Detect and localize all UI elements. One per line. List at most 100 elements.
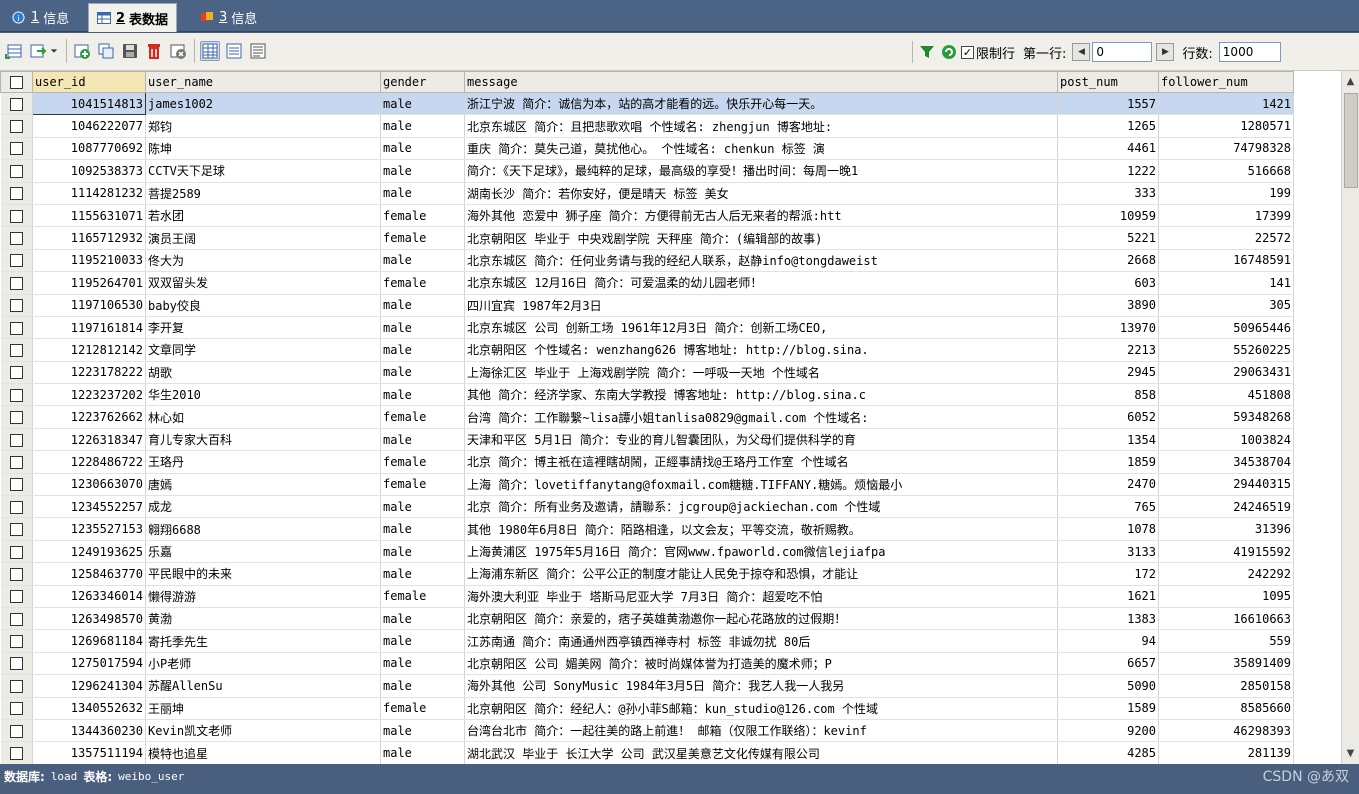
cell-follower-num[interactable]: 8585660 bbox=[1158, 697, 1294, 720]
cell-follower-num[interactable]: 2850158 bbox=[1158, 674, 1294, 698]
cell-user-name[interactable]: 王珞丹 bbox=[145, 450, 381, 474]
cell-user-name[interactable]: 李开复 bbox=[145, 316, 381, 340]
select-all-checkbox[interactable] bbox=[0, 71, 33, 93]
cell-user-name[interactable]: CCTV天下足球 bbox=[145, 159, 381, 183]
cell-user-id[interactable]: 1344360230 bbox=[32, 719, 146, 743]
row-checkbox[interactable] bbox=[0, 316, 33, 340]
cell-user-id[interactable]: 1195264701 bbox=[32, 271, 146, 295]
table-row[interactable]: 1223178222 胡歌 male 上海徐汇区 毕业于 上海戏剧学院 简介：一呼吸一… bbox=[0, 361, 1294, 385]
table-row[interactable]: 1275017594 小P老师 male 北京朝阳区 公司 媚美网 简介：被时尚媒体誉… bbox=[0, 652, 1294, 676]
cell-message[interactable]: 台湾 简介：工作聯繫~lisa譚小姐tanlisa0829@gmail.com … bbox=[464, 405, 1058, 429]
cell-follower-num[interactable]: 59348268 bbox=[1158, 405, 1294, 429]
cell-post-num[interactable]: 6657 bbox=[1057, 652, 1159, 676]
cell-user-id[interactable]: 1226318347 bbox=[32, 428, 146, 452]
column-header[interactable]: message bbox=[464, 71, 1058, 93]
cell-gender[interactable]: male bbox=[380, 517, 465, 541]
cell-user-id[interactable]: 1249193625 bbox=[32, 540, 146, 564]
cell-message[interactable]: 北京 简介：博主祇在這裡瞎胡鬧，正經事請找@王珞丹工作室 个性域名 bbox=[464, 450, 1058, 474]
cell-gender[interactable]: male bbox=[380, 182, 465, 205]
cell-user-name[interactable]: 菩提2589 bbox=[145, 182, 381, 205]
cell-follower-num[interactable]: 16748591 bbox=[1158, 249, 1294, 273]
cell-message[interactable]: 北京东城区 简介：且把悲歌欢唱 个性域名: zhengjun 博客地址: bbox=[464, 114, 1058, 138]
cell-user-id[interactable]: 1340552632 bbox=[32, 697, 146, 720]
cell-post-num[interactable]: 1222 bbox=[1057, 159, 1159, 183]
table-row[interactable]: 1195264701 双双留头发 female 北京东城区 12月16日 简介：可爱温… bbox=[0, 271, 1294, 295]
cell-user-id[interactable]: 1269681184 bbox=[32, 629, 146, 653]
cell-post-num[interactable]: 9200 bbox=[1057, 719, 1159, 743]
cell-message[interactable]: 湖北武汉 毕业于 长江大学 公司 武汉星美意艺文化传媒有限公司 bbox=[464, 741, 1058, 764]
cell-gender[interactable]: female bbox=[380, 405, 465, 429]
row-checkbox[interactable] bbox=[0, 294, 33, 317]
cell-post-num[interactable]: 4461 bbox=[1057, 137, 1159, 161]
cell-gender[interactable]: male bbox=[380, 316, 465, 340]
cell-gender[interactable]: male bbox=[380, 428, 465, 452]
table-row[interactable]: 1235527153 翱翔6688 male 其他 1980年6月8日 简介：陌路相逢… bbox=[0, 517, 1294, 541]
cell-message[interactable]: 浙江宁波 简介：诚信为本，站的高才能看的远。快乐开心每一天。 bbox=[464, 92, 1058, 116]
row-checkbox[interactable] bbox=[0, 226, 33, 250]
cell-user-id[interactable]: 1296241304 bbox=[32, 674, 146, 698]
cell-message[interactable]: 上海浦东新区 简介：公平公正的制度才能让人民免于掠夺和恐惧，才能让 bbox=[464, 562, 1058, 586]
tab-table-data[interactable]: 2 表数据 bbox=[88, 3, 178, 32]
row-checkbox[interactable] bbox=[0, 249, 33, 273]
cell-message[interactable]: 海外澳大利亚 毕业于 塔斯马尼亚大学 7月3日 简介：超爱吃不怕 bbox=[464, 585, 1058, 608]
column-header[interactable]: user_id bbox=[32, 71, 146, 93]
cell-gender[interactable]: female bbox=[380, 473, 465, 497]
cell-gender[interactable]: male bbox=[380, 562, 465, 586]
cell-follower-num[interactable]: 22572 bbox=[1158, 226, 1294, 250]
table-row[interactable]: 1258463770 平民眼中的未来 male 上海浦东新区 简介：公平公正的制度才能… bbox=[0, 562, 1294, 586]
row-checkbox[interactable] bbox=[0, 114, 33, 138]
cell-message[interactable]: 上海徐汇区 毕业于 上海戏剧学院 简介：一呼吸一天地 个性域名 bbox=[464, 361, 1058, 385]
cell-user-id[interactable]: 1114281232 bbox=[32, 182, 146, 205]
cell-user-id[interactable]: 1263346014 bbox=[32, 585, 146, 608]
row-checkbox[interactable] bbox=[0, 271, 33, 295]
cell-follower-num[interactable]: 559 bbox=[1158, 629, 1294, 653]
cell-user-id[interactable]: 1197161814 bbox=[32, 316, 146, 340]
cell-post-num[interactable]: 1265 bbox=[1057, 114, 1159, 138]
cell-user-name[interactable]: 翱翔6688 bbox=[145, 517, 381, 541]
cell-follower-num[interactable]: 516668 bbox=[1158, 159, 1294, 183]
table-row[interactable]: 1046222077 郑钧 male 北京东城区 简介：且把悲歌欢唱 个性域名: zh… bbox=[0, 114, 1294, 138]
cell-post-num[interactable]: 333 bbox=[1057, 182, 1159, 205]
cell-post-num[interactable]: 858 bbox=[1057, 383, 1159, 407]
cell-follower-num[interactable]: 35891409 bbox=[1158, 652, 1294, 676]
cell-message[interactable]: 其他 简介：经济学家、东南大学教授 博客地址: http://blog.sina… bbox=[464, 383, 1058, 407]
cell-post-num[interactable]: 603 bbox=[1057, 271, 1159, 295]
cell-user-id[interactable]: 1223237202 bbox=[32, 383, 146, 407]
cell-follower-num[interactable]: 141 bbox=[1158, 271, 1294, 295]
cell-message[interactable]: 北京东城区 简介：任何业务请与我的经纪人联系，赵静info@tongdaweis… bbox=[464, 249, 1058, 273]
cell-gender[interactable]: female bbox=[380, 697, 465, 720]
cell-follower-num[interactable]: 46298393 bbox=[1158, 719, 1294, 743]
cell-follower-num[interactable]: 29440315 bbox=[1158, 473, 1294, 497]
limit-rows-checkbox[interactable]: ✓ bbox=[961, 45, 974, 59]
cell-gender[interactable]: male bbox=[380, 361, 465, 385]
cell-post-num[interactable]: 5090 bbox=[1057, 674, 1159, 698]
cell-user-id[interactable]: 1275017594 bbox=[32, 652, 146, 676]
cell-post-num[interactable]: 3890 bbox=[1057, 294, 1159, 317]
refresh-icon[interactable] bbox=[941, 44, 961, 60]
grid-view-icon[interactable] bbox=[200, 41, 220, 61]
cell-user-id[interactable]: 1357511194 bbox=[32, 741, 146, 764]
text-view-icon[interactable] bbox=[248, 41, 268, 61]
row-checkbox[interactable] bbox=[0, 562, 33, 586]
cell-user-name[interactable]: 黄渤 bbox=[145, 607, 381, 631]
cell-message[interactable]: 北京朝阳区 简介：亲爱的，痞子英雄黄渤邀你一起心花路放的过假期！ bbox=[464, 607, 1058, 631]
cell-follower-num[interactable]: 305 bbox=[1158, 294, 1294, 317]
cell-user-name[interactable]: 文章同学 bbox=[145, 338, 381, 362]
cell-user-id[interactable]: 1223762662 bbox=[32, 405, 146, 429]
cell-user-id[interactable]: 1041514813 bbox=[32, 91, 146, 116]
cell-message[interactable]: 重庆 简介：莫失己道，莫扰他心。 个性域名: chenkun 标签 演 bbox=[464, 137, 1058, 161]
cell-message[interactable]: 北京朝阳区 简介：经纪人：@孙小菲S邮箱：kun_studio@126.com … bbox=[464, 697, 1058, 720]
cell-user-name[interactable]: 华生2010 bbox=[145, 383, 381, 407]
cell-user-name[interactable]: 苏醒AllenSu bbox=[145, 674, 381, 698]
cell-follower-num[interactable]: 199 bbox=[1158, 182, 1294, 205]
row-checkbox[interactable] bbox=[0, 652, 33, 676]
table-row[interactable]: 1087770692 陈坤 male 重庆 简介：莫失己道，莫扰他心。 个性域名: c… bbox=[0, 137, 1294, 161]
row-checkbox[interactable] bbox=[0, 137, 33, 161]
cell-follower-num[interactable]: 74798328 bbox=[1158, 137, 1294, 161]
table-row[interactable]: 1155631071 若水团 female 海外其他 恋爱中 狮子座 简介：方便得前无… bbox=[0, 204, 1294, 228]
cell-gender[interactable]: male bbox=[380, 92, 465, 116]
cell-user-name[interactable]: 成龙 bbox=[145, 495, 381, 519]
cell-user-name[interactable]: 陈坤 bbox=[145, 137, 381, 161]
table-row[interactable]: 1212812142 文章同学 male 北京朝阳区 个性域名: wenzhang62… bbox=[0, 338, 1294, 362]
row-checkbox[interactable] bbox=[0, 428, 33, 452]
